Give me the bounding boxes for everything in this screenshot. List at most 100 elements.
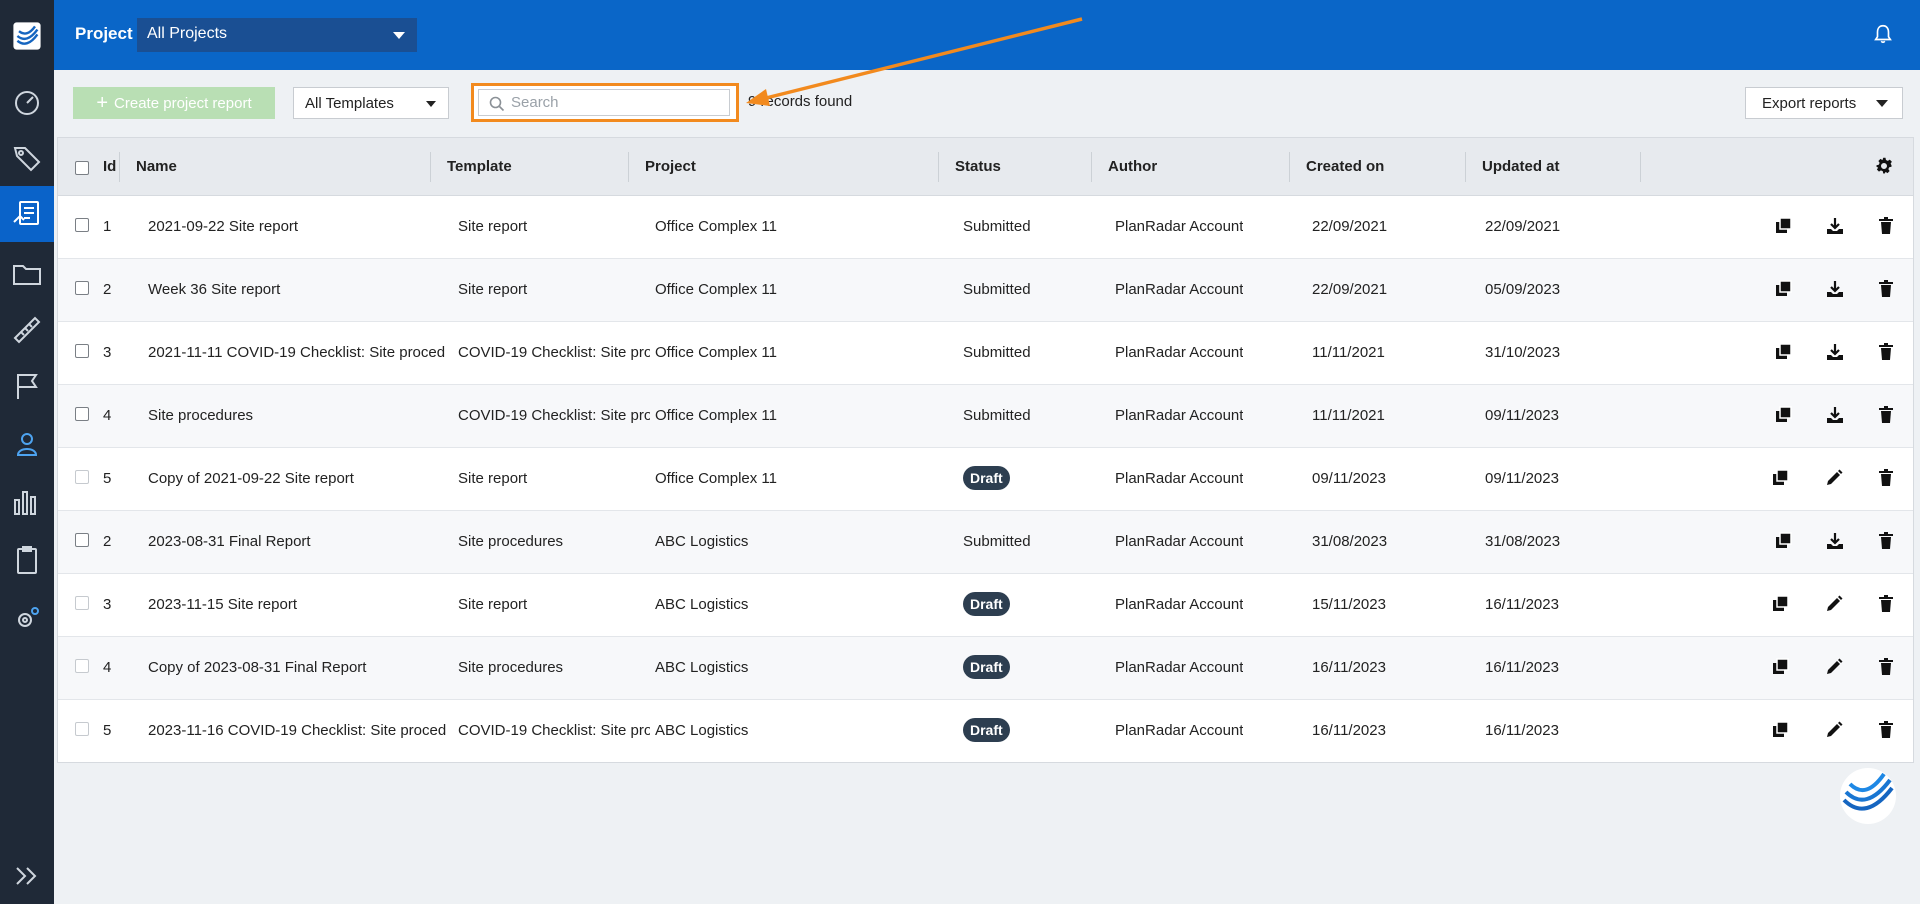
- cell-updated: 16/11/2023: [1485, 722, 1559, 739]
- chart-icon[interactable]: [0, 474, 54, 530]
- expand-icon[interactable]: [0, 854, 54, 898]
- edit-pencil-icon[interactable]: [1824, 594, 1844, 614]
- records-count: 9 records found: [748, 93, 853, 110]
- planradar-logo-icon[interactable]: [1838, 766, 1898, 826]
- cell-created: 16/11/2023: [1312, 722, 1386, 739]
- col-status[interactable]: Status: [955, 158, 1001, 175]
- row-checkbox[interactable]: [75, 407, 89, 421]
- cell-updated: 05/09/2023: [1485, 281, 1561, 298]
- row-checkbox[interactable]: [75, 470, 89, 484]
- cell-template: COVID-19 Checklist: Site procedures: [458, 344, 650, 361]
- cell-template: Site report: [458, 596, 528, 613]
- download-icon[interactable]: [1825, 279, 1845, 299]
- col-created[interactable]: Created on: [1306, 158, 1384, 175]
- tag-icon[interactable]: [0, 130, 54, 186]
- cell-name[interactable]: Copy of 2021-09-22 Site report: [148, 470, 446, 487]
- cell-project: ABC Logistics: [655, 533, 749, 550]
- clipboard-icon[interactable]: [0, 532, 54, 588]
- bell-icon[interactable]: [1872, 23, 1894, 45]
- cell-author: PlanRadar Account: [1115, 470, 1244, 487]
- duplicate-icon[interactable]: [1774, 342, 1794, 362]
- export-reports-button[interactable]: Export reports: [1745, 87, 1903, 119]
- delete-icon[interactable]: [1876, 405, 1896, 425]
- download-icon[interactable]: [1825, 531, 1845, 551]
- row-checkbox[interactable]: [75, 596, 89, 610]
- templates-select-value: All Templates: [305, 95, 394, 112]
- download-icon[interactable]: [1825, 216, 1845, 236]
- download-icon[interactable]: [1825, 342, 1845, 362]
- cell-name[interactable]: 2021-11-11 COVID-19 Checklist: Site proc…: [148, 344, 446, 361]
- cell-name[interactable]: 2023-11-16 COVID-19 Checklist: Site proc…: [148, 722, 446, 739]
- folder-icon[interactable]: [0, 246, 54, 302]
- duplicate-icon[interactable]: [1774, 405, 1794, 425]
- cell-name[interactable]: Week 36 Site report: [148, 281, 446, 298]
- templates-select[interactable]: All Templates: [293, 87, 449, 119]
- delete-icon[interactable]: [1876, 594, 1896, 614]
- delete-icon[interactable]: [1876, 342, 1896, 362]
- delete-icon[interactable]: [1876, 531, 1896, 551]
- column-divider: [1091, 152, 1092, 182]
- duplicate-icon[interactable]: [1774, 216, 1794, 236]
- ruler-icon[interactable]: [0, 302, 54, 358]
- duplicate-icon[interactable]: [1771, 594, 1791, 614]
- cell-name[interactable]: 2023-11-15 Site report: [148, 596, 446, 613]
- status-badge: Draft: [963, 655, 1010, 679]
- delete-icon[interactable]: [1876, 216, 1896, 236]
- cell-created: 15/11/2023: [1312, 596, 1386, 613]
- edit-pencil-icon[interactable]: [1824, 468, 1844, 488]
- duplicate-icon[interactable]: [1774, 279, 1794, 299]
- edit-pencil-icon[interactable]: [1824, 720, 1844, 740]
- col-id[interactable]: Id: [103, 158, 116, 175]
- cell-name[interactable]: Site procedures: [148, 407, 446, 424]
- duplicate-icon[interactable]: [1771, 468, 1791, 488]
- settings-icon[interactable]: [0, 590, 54, 646]
- row-checkbox[interactable]: [75, 218, 89, 232]
- column-settings-gear-icon[interactable]: [1875, 157, 1893, 175]
- create-report-button[interactable]: + Create project report: [73, 87, 275, 119]
- row-checkbox[interactable]: [75, 281, 89, 295]
- column-divider: [1640, 152, 1641, 182]
- col-updated[interactable]: Updated at: [1482, 158, 1560, 175]
- delete-icon[interactable]: [1876, 657, 1896, 677]
- duplicate-icon[interactable]: [1771, 657, 1791, 677]
- cell-created: 16/11/2023: [1312, 659, 1386, 676]
- reports-icon[interactable]: [0, 186, 54, 242]
- row-checkbox[interactable]: [75, 344, 89, 358]
- col-project[interactable]: Project: [645, 158, 696, 175]
- cell-name[interactable]: 2021-09-22 Site report: [148, 218, 446, 235]
- cell-status: Submitted: [963, 344, 1031, 361]
- col-author[interactable]: Author: [1108, 158, 1157, 175]
- status-badge: Draft: [963, 466, 1010, 490]
- col-template[interactable]: Template: [447, 158, 512, 175]
- download-icon[interactable]: [1825, 405, 1845, 425]
- dashboard-icon[interactable]: [0, 74, 54, 130]
- edit-pencil-icon[interactable]: [1824, 657, 1844, 677]
- flag-icon[interactable]: [0, 358, 54, 414]
- delete-icon[interactable]: [1876, 468, 1896, 488]
- duplicate-icon[interactable]: [1771, 720, 1791, 740]
- row-checkbox[interactable]: [75, 659, 89, 673]
- delete-icon[interactable]: [1876, 279, 1896, 299]
- col-name[interactable]: Name: [136, 158, 177, 175]
- column-divider: [119, 152, 120, 182]
- cell-project: Office Complex 11: [655, 281, 777, 298]
- cell-name[interactable]: Copy of 2023-08-31 Final Report: [148, 659, 446, 676]
- user-icon[interactable]: [0, 416, 54, 472]
- row-checkbox[interactable]: [75, 722, 89, 736]
- project-select[interactable]: All Projects: [137, 18, 417, 52]
- cell-updated: 16/11/2023: [1485, 596, 1559, 613]
- cell-author: PlanRadar Account: [1115, 596, 1244, 613]
- logo-icon[interactable]: [0, 8, 54, 64]
- cell-id: 4: [103, 659, 112, 676]
- cell-author: PlanRadar Account: [1115, 281, 1244, 298]
- row-checkbox[interactable]: [75, 533, 89, 547]
- duplicate-icon[interactable]: [1774, 531, 1794, 551]
- delete-icon[interactable]: [1876, 720, 1896, 740]
- cell-status: Submitted: [963, 218, 1031, 235]
- search-input[interactable]: [478, 89, 730, 116]
- draft-badge: Draft: [963, 466, 1010, 490]
- cell-name[interactable]: 2023-08-31 Final Report: [148, 533, 446, 550]
- table-row: 5 Copy of 2021-09-22 Site report Site re…: [58, 448, 1913, 511]
- select-all-checkbox[interactable]: [75, 161, 89, 175]
- sidebar: [0, 0, 54, 904]
